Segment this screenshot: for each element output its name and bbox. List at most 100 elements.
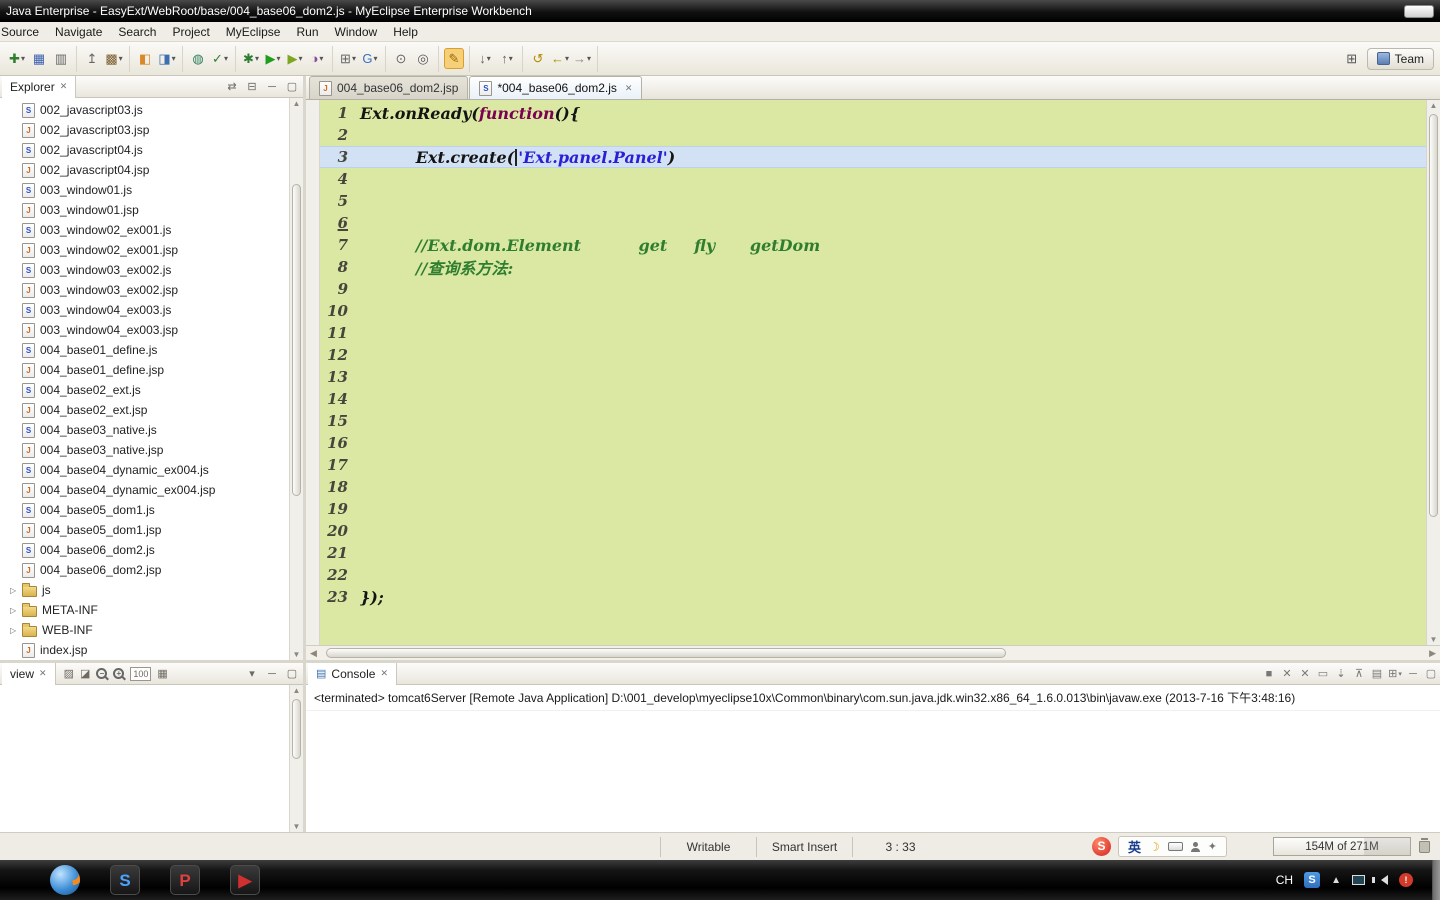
code-line-5[interactable]: 5 xyxy=(320,190,1426,212)
tree-item-index-jsp[interactable]: Jindex.jsp xyxy=(0,640,289,660)
tree-item-meta-inf[interactable]: ▷ META-INF xyxy=(0,600,289,620)
pin-console-button[interactable]: ⊼ xyxy=(1350,665,1368,683)
scroll-left-icon[interactable]: ◀ xyxy=(310,648,317,659)
console-output-area[interactable] xyxy=(306,711,1440,832)
code-line-18[interactable]: 18 xyxy=(320,476,1426,498)
code-line-4[interactable]: 4 xyxy=(320,168,1426,190)
code-line-8[interactable]: 8 //查询系方法: xyxy=(320,256,1426,278)
menu-myeclipse[interactable]: MyEclipse xyxy=(218,23,289,41)
menu-source[interactable]: Source xyxy=(0,23,47,41)
chart-button[interactable]: ◪ xyxy=(80,667,90,680)
window-minimize-button[interactable] xyxy=(1404,4,1434,18)
scroll-down-icon[interactable]: ▼ xyxy=(290,822,303,831)
scroll-thumb[interactable] xyxy=(1429,114,1438,518)
zoom-out-button[interactable]: − xyxy=(96,668,108,679)
tree-item-002-javascript04-jsp[interactable]: J 002_javascript04.jsp xyxy=(0,160,289,180)
menu-project[interactable]: Project xyxy=(164,23,217,41)
web-browser-button[interactable]: ◍ xyxy=(188,48,208,69)
deploy-project-button[interactable]: ◧ xyxy=(135,48,155,69)
tree-item-003-window01-js[interactable]: S 003_window01.js xyxy=(0,180,289,200)
last-edit-location-button[interactable]: ↺ xyxy=(528,48,548,69)
remove-launch-button[interactable]: ✕ xyxy=(1278,665,1296,683)
close-view-icon[interactable]: ✕ xyxy=(39,668,47,679)
previous-annotation-button[interactable]: ↑ xyxy=(497,48,517,69)
editor-horizontal-scrollbar[interactable]: ◀ ▶ xyxy=(306,645,1440,660)
maximize-button[interactable]: ▢ xyxy=(1422,665,1440,683)
menu-run[interactable]: Run xyxy=(288,23,326,41)
code-line-11[interactable]: 11 xyxy=(320,322,1426,344)
expand-arrow-icon[interactable]: ▷ xyxy=(10,626,17,635)
ime-mode-icon[interactable]: ☽ xyxy=(1149,840,1160,854)
scroll-right-icon[interactable]: ▶ xyxy=(1429,648,1436,659)
tree-item-004-base04-dynamic-ex004-jsp[interactable]: J 004_base04_dynamic_ex004.jsp xyxy=(0,480,289,500)
console-view-tab[interactable]: ▤ Console ✕ xyxy=(308,662,397,685)
zoom-in-button[interactable]: + xyxy=(113,668,125,679)
open-console-button[interactable]: ⊞ xyxy=(1386,665,1404,683)
scroll-lock-button[interactable]: ⇣ xyxy=(1332,665,1350,683)
tree-item-004-base05-dom1-jsp[interactable]: J 004_base05_dom1.jsp xyxy=(0,520,289,540)
taskbar-app-firefox[interactable] xyxy=(48,863,82,897)
tree-item-004-base03-native-js[interactable]: S 004_base03_native.js xyxy=(0,420,289,440)
scroll-thumb[interactable] xyxy=(292,184,301,496)
tree-item-004-base05-dom1-js[interactable]: S 004_base05_dom1.js xyxy=(0,500,289,520)
scroll-down-icon[interactable]: ▼ xyxy=(1427,635,1440,644)
code-line-17[interactable]: 17 xyxy=(320,454,1426,476)
ime-settings-icon[interactable]: ✦ xyxy=(1208,840,1217,853)
taskbar-app-media-player[interactable]: ▶ xyxy=(228,863,262,897)
scroll-thumb[interactable] xyxy=(326,648,1007,658)
code-line-12[interactable]: 12 xyxy=(320,344,1426,366)
menu-help[interactable]: Help xyxy=(385,23,426,41)
coverage-button[interactable]: ▶ xyxy=(285,48,305,69)
debug-button[interactable]: ✱ xyxy=(241,48,261,69)
print-button[interactable]: ▥ xyxy=(51,48,71,69)
open-type-button[interactable]: ⊙ xyxy=(391,48,411,69)
garbage-collect-icon[interactable] xyxy=(1419,837,1430,853)
editor-tab-004-base06-dom2-jsp[interactable]: J 004_base06_dom2.jsp xyxy=(309,76,469,99)
code-line-20[interactable]: 20 xyxy=(320,520,1426,542)
scroll-up-icon[interactable]: ▲ xyxy=(290,686,303,695)
forward-button[interactable]: → xyxy=(572,48,592,69)
tree-item-003-window03-ex002-jsp[interactable]: J 003_window03_ex002.jsp xyxy=(0,280,289,300)
menu-window[interactable]: Window xyxy=(327,23,386,41)
ime-language-toggle[interactable]: 英 xyxy=(1128,837,1141,856)
tree-item-003-window04-ex003-jsp[interactable]: J 003_window04_ex003.jsp xyxy=(0,320,289,340)
minimize-view-icon[interactable]: ─ xyxy=(263,78,281,96)
minimize-view-icon[interactable]: ─ xyxy=(263,665,281,683)
new-java-element-button[interactable]: ⊞ xyxy=(338,48,358,69)
scroll-up-icon[interactable]: ▲ xyxy=(290,99,303,108)
new-file-button[interactable]: ✚ xyxy=(7,48,27,69)
expand-arrow-icon[interactable]: ▷ xyxy=(10,606,17,615)
sogou-tray-icon[interactable]: S xyxy=(1304,872,1321,888)
scroll-thumb[interactable] xyxy=(292,699,301,759)
scroll-up-icon[interactable]: ▲ xyxy=(1427,101,1440,110)
close-view-icon[interactable]: ✕ xyxy=(60,81,68,92)
remove-all-terminated-button[interactable]: ✕ xyxy=(1296,665,1314,683)
tree-item-004-base02-ext-js[interactable]: S 004_base02_ext.js xyxy=(0,380,289,400)
collapse-all-icon[interactable]: ⊟ xyxy=(243,78,261,96)
code-line-6[interactable]: 6 xyxy=(320,212,1426,234)
palette-button[interactable]: ▨ xyxy=(64,667,74,680)
tree-item-003-window02-ex001-jsp[interactable]: J 003_window02_ex001.jsp xyxy=(0,240,289,260)
application-server-button[interactable]: ◨ xyxy=(157,48,177,69)
code-line-9[interactable]: 9 xyxy=(320,278,1426,300)
close-view-icon[interactable]: ✕ xyxy=(380,668,388,679)
user-account-icon[interactable] xyxy=(1190,841,1200,852)
soft-keyboard-icon[interactable] xyxy=(1167,842,1183,851)
network-icon[interactable] xyxy=(1352,875,1365,885)
editor-tab--004-base06-dom2-js[interactable]: S *004_base06_dom2.js ✕ xyxy=(469,76,643,99)
taskbar-app-app-p[interactable]: P xyxy=(168,863,202,897)
annotation-ruler[interactable] xyxy=(306,100,320,645)
code-editor[interactable]: 1 Ext.onReady(function(){2 3 Ext.create('E… xyxy=(320,100,1426,645)
volume-icon[interactable] xyxy=(1372,875,1388,885)
google-toolbar-button[interactable]: G xyxy=(360,48,380,69)
view-menu-icon[interactable]: ▾ xyxy=(243,665,261,683)
link-with-editor-icon[interactable]: ⇄ xyxy=(223,78,241,96)
code-line-19[interactable]: 19 xyxy=(320,498,1426,520)
code-line-23[interactable]: 23}); xyxy=(320,586,1426,608)
security-tray-icon[interactable]: ! xyxy=(1399,873,1413,887)
code-line-22[interactable]: 22 xyxy=(320,564,1426,586)
maximize-view-icon[interactable]: ▢ xyxy=(283,665,301,683)
tree-item-002-javascript04-js[interactable]: S 002_javascript04.js xyxy=(0,140,289,160)
zoom-level-button[interactable]: 100 xyxy=(130,666,152,681)
display-selected-console-button[interactable]: ▤ xyxy=(1368,665,1386,683)
